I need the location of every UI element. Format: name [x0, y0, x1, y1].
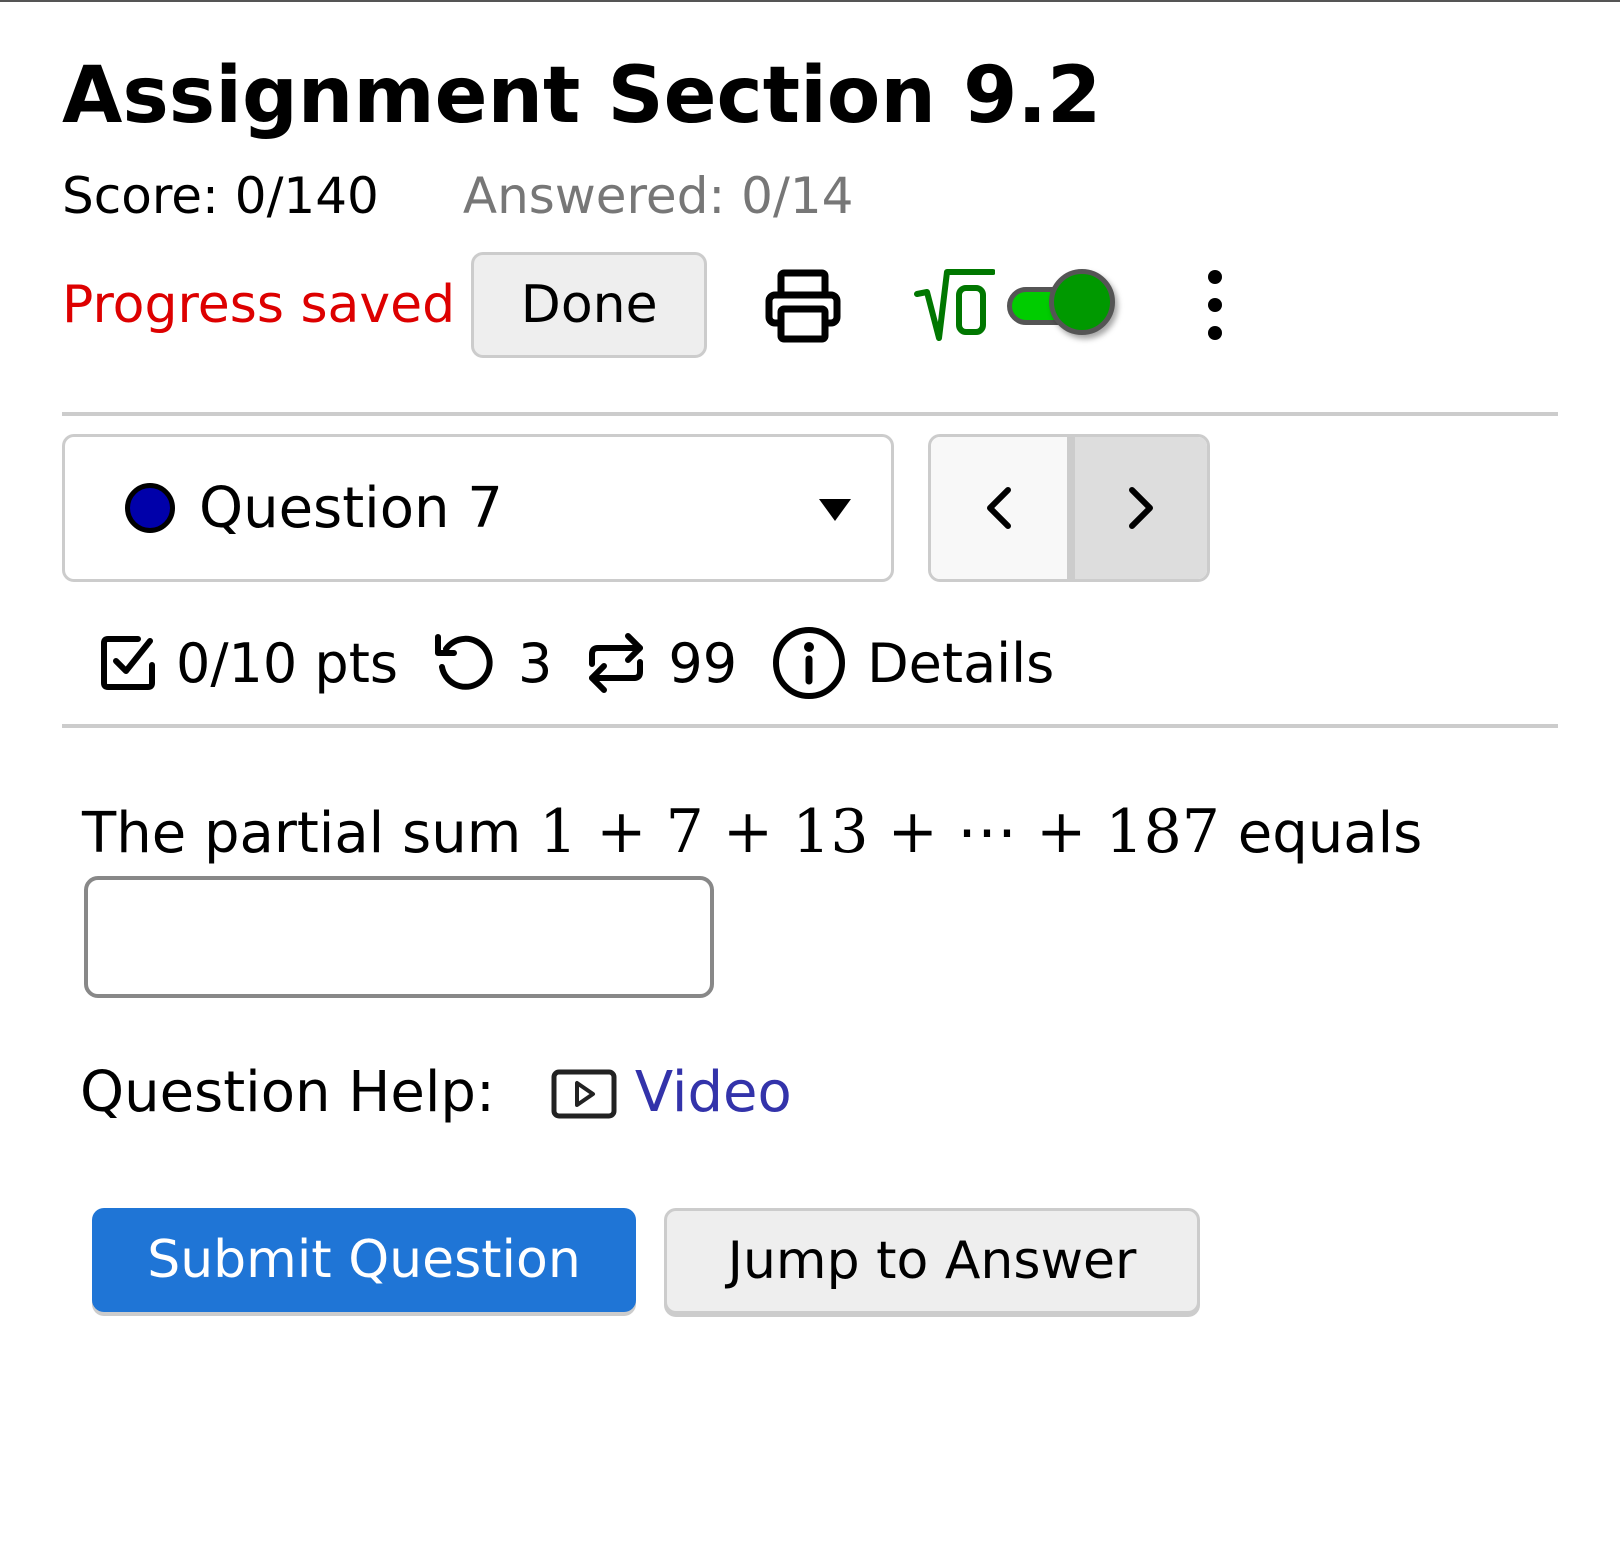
score-label: Score: 0/140: [62, 167, 379, 225]
question-dropdown-label: Question 7: [199, 475, 503, 541]
question-dropdown[interactable]: Question 7: [62, 434, 894, 582]
chevron-left-icon: [987, 487, 1011, 529]
question-help: Question Help: Video: [80, 1060, 792, 1125]
toggle-knob: [1049, 269, 1116, 335]
question-meta: 0/10 pts 3 99 Details: [98, 618, 1054, 708]
sqrt-zero-icon[interactable]: [913, 264, 996, 346]
answer-input[interactable]: [84, 876, 714, 998]
details-label: Details: [867, 631, 1055, 695]
jump-to-answer-button[interactable]: Jump to Answer: [664, 1208, 1200, 1314]
question-prompt: The partial sum 1 + 7 + 13 + ⋯ + 187 equ…: [82, 792, 1422, 874]
question-navigation: [928, 434, 1210, 582]
assignment-toolbar: Progress saved Done: [62, 250, 1227, 360]
question-help-label: Question Help:: [80, 1060, 495, 1125]
chevron-right-icon: [1129, 487, 1153, 529]
page-title: Assignment Section 9.2: [62, 51, 1102, 141]
retry-attempts-icon: [432, 633, 494, 693]
checkbox-check-icon: [98, 633, 158, 693]
info-icon: [773, 627, 846, 699]
question-actions: Submit Question Jump to Answer: [92, 1208, 1200, 1314]
prompt-prefix: The partial sum: [82, 801, 540, 866]
caret-down-icon: [819, 499, 851, 523]
video-help-link[interactable]: Video: [635, 1060, 792, 1125]
vertical-ellipsis-icon[interactable]: [1203, 265, 1227, 345]
printer-icon[interactable]: [765, 267, 841, 343]
math-display-toggle[interactable]: [1005, 269, 1117, 337]
progress-status: Progress saved: [62, 275, 456, 335]
nav-separator: [1067, 437, 1075, 579]
versions-repeat-icon: [586, 630, 646, 696]
versions-count: 99: [668, 631, 738, 695]
details-button[interactable]: Details: [771, 625, 1054, 701]
attempts-remaining: 3: [518, 631, 553, 695]
prompt-suffix: equals: [1219, 801, 1423, 866]
submit-question-button[interactable]: Submit Question: [92, 1208, 636, 1312]
score-summary: Score: 0/140 Answered: 0/14: [62, 166, 853, 226]
prompt-math-expression: 1 + 7 + 13 + ⋯ + 187: [539, 797, 1220, 867]
done-button[interactable]: Done: [471, 252, 708, 358]
video-play-icon[interactable]: [551, 1068, 617, 1118]
previous-question-button[interactable]: [931, 437, 1067, 579]
answered-label: Answered: 0/14: [462, 167, 854, 225]
divider: [62, 724, 1558, 728]
points-label: 0/10 pts: [176, 631, 399, 695]
divider: [62, 412, 1558, 416]
question-status-dot-icon: [125, 483, 175, 533]
next-question-button[interactable]: [1075, 437, 1207, 579]
